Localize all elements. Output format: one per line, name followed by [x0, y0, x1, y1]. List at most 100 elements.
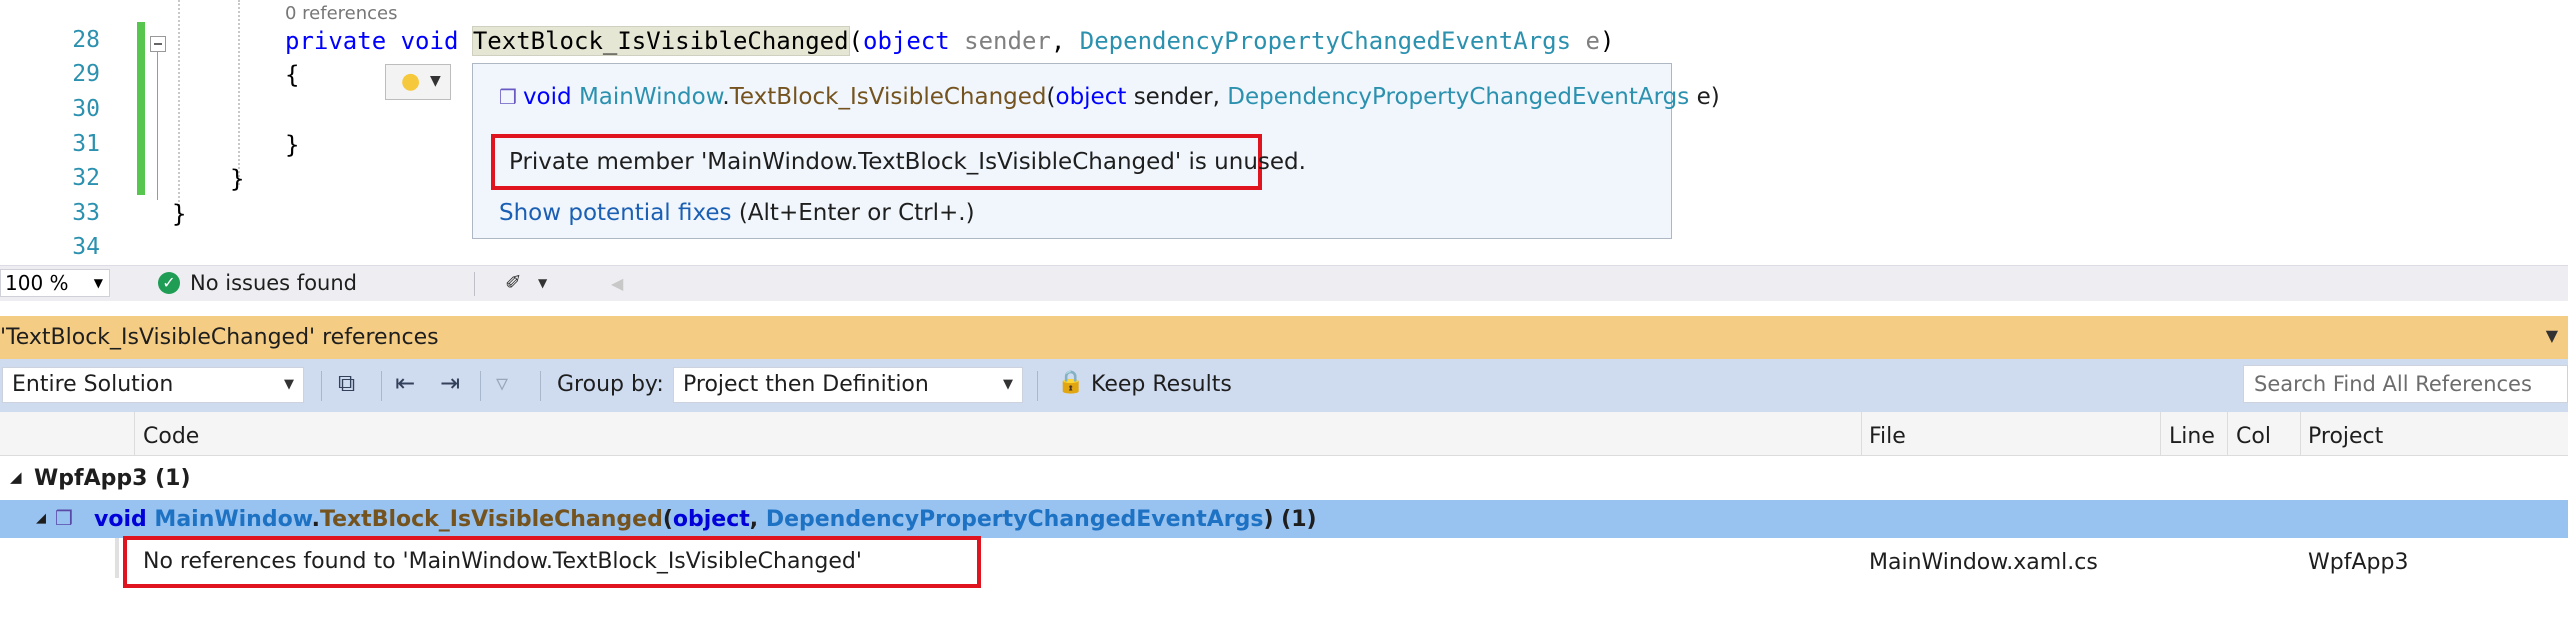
- result-count: (1): [155, 466, 191, 491]
- column-project[interactable]: Project: [2308, 424, 2383, 449]
- punct: (: [662, 507, 673, 532]
- highlight-box: No references found to 'MainWindow.TextB…: [123, 536, 981, 588]
- zoom-select[interactable]: 100 % ▼: [0, 269, 110, 297]
- code-line-32[interactable]: }: [230, 165, 244, 193]
- keyword: void: [522, 84, 572, 110]
- search-input[interactable]: Search Find All References: [2243, 365, 2568, 403]
- type-name: DependencyPropertyChangedEventArgs: [1079, 27, 1572, 55]
- lightbulb-icon: ●: [401, 69, 421, 94]
- diagnostic-message: Private member 'MainWindow.TextBlock_IsV…: [509, 149, 1306, 175]
- collapse-toggle-icon[interactable]: [150, 36, 166, 52]
- quick-actions-button[interactable]: ● ▼: [385, 64, 451, 100]
- method-name: TextBlock_IsVisibleChanged: [319, 507, 663, 532]
- parameter-text: sender,: [1126, 84, 1228, 110]
- method-name: TextBlock_IsVisibleChanged: [729, 84, 1047, 110]
- punct: .: [311, 507, 320, 532]
- column-file[interactable]: File: [1869, 424, 1906, 449]
- definition-row[interactable]: ◢ ❒ void MainWindow.TextBlock_IsVisibleC…: [0, 500, 2568, 538]
- line-number: 30: [72, 96, 100, 122]
- punct: ): [1263, 507, 1274, 532]
- issues-status[interactable]: No issues found: [190, 271, 357, 295]
- copy-icon[interactable]: ⧉: [338, 369, 355, 397]
- chevron-down-icon[interactable]: ▼: [538, 276, 547, 290]
- divider: [474, 272, 475, 296]
- reference-file: MainWindow.xaml.cs: [1869, 550, 2098, 575]
- code-line-28[interactable]: private void TextBlock_IsVisibleChanged(…: [285, 26, 1615, 56]
- scope-select[interactable]: Entire Solution ▼: [2, 367, 304, 403]
- scope-value: Entire Solution: [12, 372, 174, 397]
- column-divider: [2300, 412, 2301, 456]
- check-circle-icon: ✓: [158, 272, 180, 294]
- group-by-select[interactable]: Project then Definition ▼: [673, 367, 1023, 403]
- shortcut-hint: (Alt+Enter or Ctrl+.): [731, 200, 975, 226]
- chevron-down-icon: ▼: [284, 377, 294, 392]
- column-col[interactable]: Col: [2236, 424, 2271, 449]
- lock-icon[interactable]: 🔒: [1057, 370, 1084, 395]
- line-number: 28: [72, 27, 100, 53]
- highlight-box: Private member 'MainWindow.TextBlock_IsV…: [491, 134, 1306, 190]
- result-count: (1): [1273, 507, 1317, 532]
- code-lens-references[interactable]: 0 references: [285, 3, 398, 24]
- outline-line: [157, 52, 158, 200]
- punct: .: [722, 84, 730, 110]
- change-indicator-bar: [137, 22, 145, 195]
- keyword: object: [1055, 84, 1127, 110]
- punct: ): [1599, 27, 1615, 55]
- parameter-name: e: [1585, 27, 1600, 55]
- show-fixes: Show potential fixes (Alt+Enter or Ctrl+…: [499, 200, 975, 226]
- keyword: object: [863, 27, 950, 55]
- column-code[interactable]: Code: [143, 424, 199, 449]
- tree-line: [115, 538, 119, 578]
- method-signature: ❒ void MainWindow.TextBlock_IsVisibleChan…: [499, 84, 1720, 110]
- references-panel-title-bar[interactable]: 'TextBlock_IsVisibleChanged' references …: [0, 316, 2568, 359]
- punct: ,: [749, 507, 766, 532]
- punct: (: [1046, 84, 1056, 110]
- column-divider: [1861, 412, 1862, 456]
- line-number: 34: [72, 234, 100, 260]
- code-line-33[interactable]: }: [172, 200, 186, 228]
- class-name: MainWindow: [154, 507, 312, 532]
- line-number: 29: [72, 61, 100, 87]
- type-name: DependencyPropertyChangedEventArgs: [765, 507, 1264, 532]
- line-number: 31: [72, 131, 100, 157]
- line-number: 33: [72, 200, 100, 226]
- zoom-value: 100 %: [5, 271, 69, 295]
- group-by-label: Group by:: [557, 372, 664, 397]
- keyword: void: [400, 27, 459, 55]
- divider: [381, 371, 382, 401]
- collapse-all-icon[interactable]: ⇤: [395, 369, 415, 397]
- column-line[interactable]: Line: [2169, 424, 2215, 449]
- chevron-down-icon: ▼: [430, 73, 441, 89]
- references-column-header: Code File Line Col Project: [0, 412, 2568, 456]
- expand-triangle-icon[interactable]: ◢: [36, 511, 46, 526]
- code-line-29[interactable]: {: [285, 61, 299, 89]
- expand-all-icon[interactable]: ⇥: [440, 369, 460, 397]
- code-cleanup-icon[interactable]: ✐: [505, 270, 522, 294]
- arrow-left-icon: ◀: [611, 274, 624, 293]
- filter-icon[interactable]: ▿: [496, 369, 508, 397]
- indent-guide: [178, 0, 180, 222]
- chevron-down-icon: ▼: [93, 276, 103, 290]
- chevron-down-icon[interactable]: ▼: [2546, 326, 2558, 345]
- group-by-value: Project then Definition: [683, 372, 929, 397]
- parameter-name: sender: [964, 27, 1051, 55]
- keep-results-button[interactable]: Keep Results: [1091, 372, 1232, 397]
- chevron-down-icon: ▼: [1003, 377, 1013, 392]
- code-line-31[interactable]: }: [285, 131, 299, 159]
- project-group-row[interactable]: ◢ WpfApp3 (1): [0, 456, 2568, 500]
- divider: [1037, 371, 1038, 401]
- parameter-text: e): [1689, 84, 1720, 110]
- punct: (: [848, 27, 863, 55]
- divider: [321, 371, 322, 401]
- expand-triangle-icon[interactable]: ◢: [10, 468, 22, 486]
- line-number: 32: [72, 165, 100, 191]
- type-name: DependencyPropertyChangedEventArgs: [1227, 84, 1690, 110]
- private-method-icon: ❒: [55, 506, 73, 530]
- quick-info-tooltip: ❒ void MainWindow.TextBlock_IsVisibleChan…: [472, 63, 1720, 239]
- reference-text: No references found to 'MainWindow.TextB…: [143, 549, 862, 574]
- keyword: object: [672, 507, 750, 532]
- column-divider: [134, 412, 135, 456]
- method-name[interactable]: TextBlock_IsVisibleChanged: [471, 26, 850, 56]
- reference-row[interactable]: No references found to 'MainWindow.TextB…: [0, 536, 2568, 588]
- show-potential-fixes-link[interactable]: Show potential fixes: [499, 200, 732, 226]
